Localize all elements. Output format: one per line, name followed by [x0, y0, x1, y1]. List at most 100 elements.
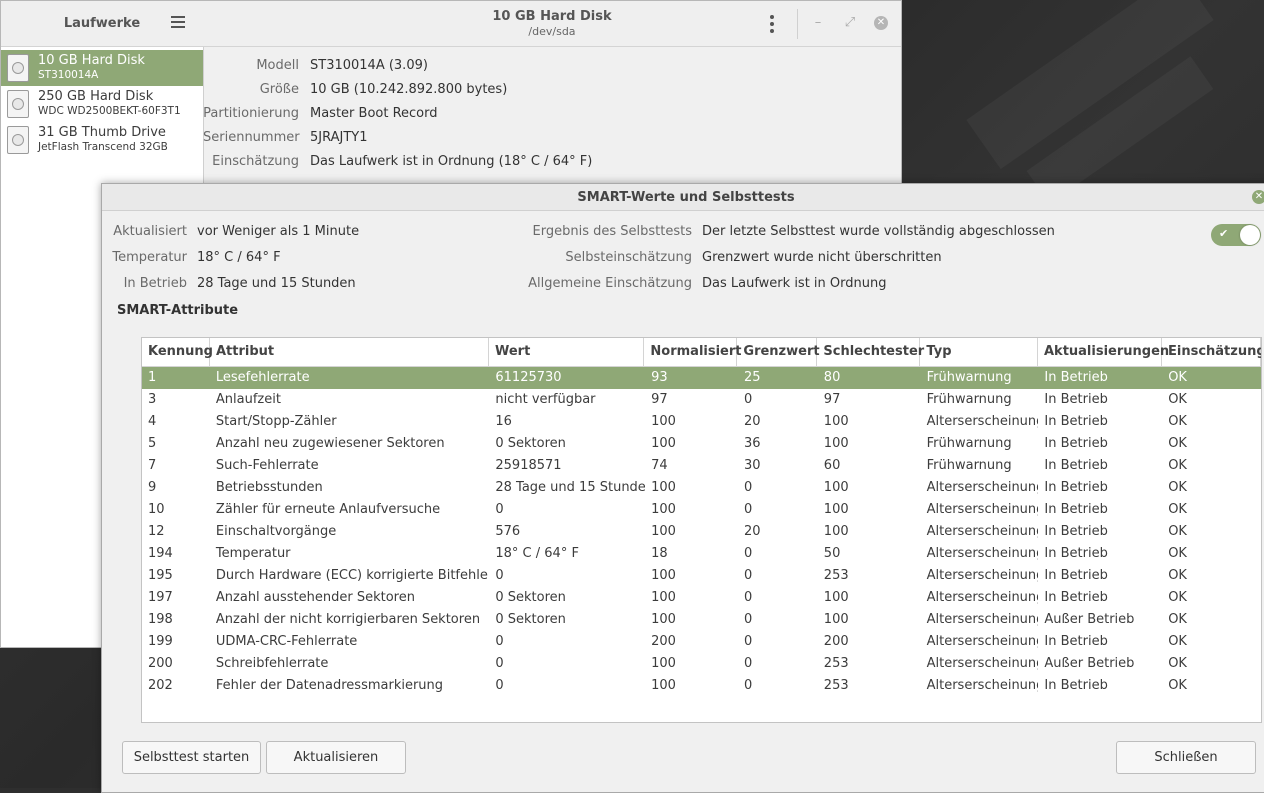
- table-cell: 16: [495, 414, 512, 429]
- refresh-button[interactable]: Aktualisieren: [266, 741, 406, 774]
- column-header[interactable]: Kennung: [142, 338, 213, 366]
- dialog-titlebar: SMART-Werte und Selbsttests ✕: [102, 184, 1264, 211]
- table-cell: 100: [651, 568, 676, 583]
- column-header[interactable]: Schlechtester: [817, 338, 924, 366]
- table-cell: Außer Betrieb: [1044, 612, 1135, 627]
- close-button[interactable]: Schließen: [1116, 741, 1256, 774]
- table-row[interactable]: 195 Durch Hardware (ECC) korrigierte Bitf…: [142, 565, 1261, 587]
- table-row[interactable]: 12 Einschaltvorgänge 576 100 20 100 Altersersc…: [142, 521, 1261, 543]
- drive-item[interactable]: 10 GB Hard Disk ST310014A: [1, 50, 203, 86]
- table-cell: 197: [148, 590, 173, 605]
- table-cell: Alterserscheinung: [926, 590, 1039, 605]
- table-row[interactable]: 4 Start/Stopp-Zähler 16 100 20 100 Altersersch…: [142, 411, 1261, 433]
- table-cell: 18° C / 64° F: [495, 546, 579, 561]
- table-cell: OK: [1168, 480, 1187, 495]
- drive-name: 31 GB Thumb Drive: [38, 125, 166, 140]
- info-value: 28 Tage und 15 Stunden: [197, 275, 356, 291]
- property-label: Partitionierung: [203, 105, 299, 121]
- table-cell: 194: [148, 546, 173, 561]
- table-cell: 0: [743, 678, 753, 693]
- table-row[interactable]: 200 Schreibfehlerrate 0 100 0 253 Altersersche…: [142, 653, 1261, 675]
- table-row[interactable]: 199 UDMA-CRC-Fehlerrate 0 200 0 200 Altersersc…: [142, 631, 1261, 653]
- table-cell: In Betrieb: [1044, 436, 1108, 451]
- info-row: Allgemeine Einschätzung Das Laufwerk ist …: [522, 270, 1055, 296]
- minimize-button[interactable]: –: [810, 15, 826, 31]
- table-cell: 253: [823, 678, 849, 693]
- table-cell: Schreibfehlerrate: [215, 656, 329, 671]
- smart-enabled-toggle[interactable]: ✔: [1211, 224, 1261, 246]
- window-close-button[interactable]: ✕: [874, 16, 888, 30]
- table-cell: 25: [743, 370, 761, 385]
- menu-icon[interactable]: [171, 14, 185, 30]
- table-cell: 253: [823, 656, 849, 671]
- table-cell: In Betrieb: [1044, 458, 1108, 473]
- column-header[interactable]: Normalisiert: [644, 338, 742, 366]
- table-row[interactable]: 198 Anzahl der nicht korrigierbaren Sekto…: [142, 609, 1261, 631]
- table-cell: 0: [743, 590, 753, 605]
- table-row[interactable]: 202 Fehler der Datenadressmarkierung 0 100 0…: [142, 675, 1261, 697]
- table-cell: 3: [148, 392, 157, 407]
- table-cell: 100: [651, 414, 676, 429]
- drive-item[interactable]: 31 GB Thumb Drive JetFlash Transcend 32GB: [1, 122, 203, 158]
- table-row[interactable]: 197 Anzahl ausstehender Sektoren 0 Sektore…: [142, 587, 1261, 609]
- table-row[interactable]: 194 Temperatur 18° C / 64° F 18 0 50 Altersers…: [142, 543, 1261, 565]
- drive-item[interactable]: 250 GB Hard Disk WDC WD2500BEKT-60F3T1: [1, 86, 203, 122]
- hard-disk-icon: [7, 54, 29, 82]
- table-cell: 100: [651, 480, 676, 495]
- more-options-icon[interactable]: [769, 15, 775, 33]
- column-header[interactable]: Typ: [920, 338, 1038, 366]
- drive-text: 10 GB Hard Disk ST310014A: [38, 53, 145, 83]
- table-cell: Anlaufzeit: [215, 392, 281, 407]
- table-cell: 7: [148, 458, 157, 473]
- info-value: Das Laufwerk ist in Ordnung: [702, 275, 887, 291]
- table-cell: Alterserscheinung: [926, 612, 1039, 627]
- table-cell: UDMA-CRC-Fehlerrate: [215, 634, 358, 649]
- drive-name: 250 GB Hard Disk: [38, 89, 154, 104]
- table-cell: 200: [651, 634, 676, 649]
- table-row[interactable]: 5 Anzahl neu zugewiesener Sektoren 0 Sekto…: [142, 433, 1261, 455]
- property-label: Modell: [256, 57, 299, 73]
- column-header[interactable]: Attribut: [210, 338, 489, 366]
- table-row[interactable]: 1 Lesefehlerrate 61125730 93 25 80 Frühwarnung…: [142, 367, 1261, 389]
- table-cell: In Betrieb: [1044, 370, 1108, 385]
- column-header[interactable]: Wert: [489, 338, 645, 366]
- table-cell: 0: [743, 546, 753, 561]
- info-value: Grenzwert wurde nicht überschritten: [702, 249, 942, 265]
- table-row[interactable]: 3 Anlaufzeit nicht verfügbar 97 0 97 Frühwarnu…: [142, 389, 1261, 411]
- table-cell: Alterserscheinung: [926, 568, 1039, 583]
- table-row[interactable]: 10 Zähler für erneute Anlaufversuche 0 100 0…: [142, 499, 1261, 521]
- table-cell: Start/Stopp-Zähler: [215, 414, 337, 429]
- table-cell: In Betrieb: [1044, 546, 1108, 561]
- table-cell: 0: [495, 656, 504, 671]
- info-label: Selbsteinschätzung: [565, 249, 692, 265]
- table-cell: Alterserscheinung: [926, 480, 1039, 495]
- table-cell: OK: [1168, 524, 1187, 539]
- dialog-close-icon[interactable]: ✕: [1252, 190, 1264, 204]
- maximize-button[interactable]: ⤢: [842, 15, 858, 31]
- table-cell: 0: [743, 480, 753, 495]
- info-value: vor Weniger als 1 Minute: [197, 223, 360, 239]
- drive-text: 250 GB Hard Disk WDC WD2500BEKT-60F3T1: [38, 89, 181, 119]
- drive-model: JetFlash Transcend 32GB: [38, 141, 168, 153]
- table-cell: OK: [1168, 392, 1187, 407]
- table-cell: Anzahl der nicht korrigierbaren Sektoren: [215, 612, 481, 627]
- table-header: Kennung Attribut Wert Normalisiert Grenzwert…: [142, 338, 1261, 367]
- table-cell: 25918571: [495, 458, 562, 473]
- info-label: Ergebnis des Selbsttests: [532, 223, 692, 239]
- table-row[interactable]: 7 Such-Fehlerrate 25918571 74 30 60 Frühwarnun…: [142, 455, 1261, 477]
- start-selftest-button[interactable]: Selbsttest starten: [122, 741, 261, 774]
- column-header[interactable]: Einschätzung: [1162, 338, 1261, 366]
- table-cell: 36: [743, 436, 761, 451]
- column-header[interactable]: Aktualisierungen: [1038, 338, 1169, 366]
- table-cell: 0 Sektoren: [495, 590, 566, 605]
- info-label: Temperatur: [112, 249, 187, 265]
- column-header[interactable]: Grenzwert: [737, 338, 820, 366]
- table-cell: 18: [651, 546, 668, 561]
- table-cell: 9: [148, 480, 157, 495]
- smart-attributes-table[interactable]: Kennung Attribut Wert Normalisiert Grenzwert…: [141, 337, 1262, 723]
- property-row: Einschätzung Das Laufwerk ist in Ordnung …: [203, 149, 592, 173]
- table-row[interactable]: 9 Betriebsstunden 28 Tage und 15 Stunden 10…: [142, 477, 1261, 499]
- table-cell: Lesefehlerrate: [215, 370, 310, 385]
- check-icon: ✔: [1219, 227, 1229, 240]
- table-cell: Alterserscheinung: [926, 524, 1039, 539]
